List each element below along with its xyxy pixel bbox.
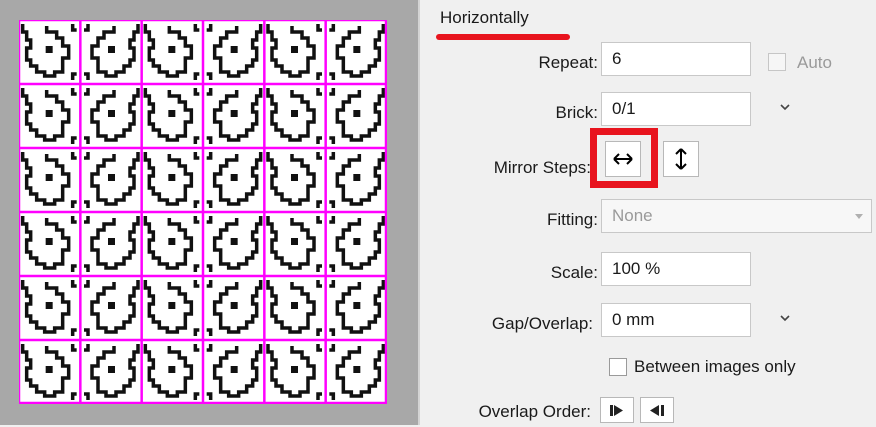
auto-checkbox[interactable] [768,53,786,71]
scale-label: Scale: [550,263,598,282]
pattern-tile [84,88,140,144]
brick-input[interactable]: 0/1 [601,92,751,126]
pattern-tile [84,344,140,400]
pattern-tile [20,216,77,272]
pattern-tile [206,152,263,208]
gap-chevron-down-icon[interactable] [776,309,794,327]
brick-label: Brick: [555,103,599,122]
overlap-order-back-button[interactable] [640,397,674,423]
vertical-double-arrow-icon [675,148,687,170]
section-underline-marker [436,34,570,40]
pattern-tile [20,88,77,144]
pattern-tile [84,152,140,208]
pattern-tile [143,88,200,144]
pattern-tile [143,152,200,208]
pattern-tile [20,152,77,208]
fitting-label: Fitting: [546,210,598,229]
play-forward-icon [610,405,623,416]
pattern-tile [266,280,322,336]
pattern-tile [266,24,322,80]
overlap-order-forward-button[interactable] [600,397,634,423]
pattern-tile [329,344,386,400]
pattern-tile [206,344,263,400]
pattern-tile [20,24,77,80]
pattern-tile [143,280,200,336]
section-title: Horizontally [440,8,529,27]
fitting-dropdown-arrow-icon[interactable] [850,207,868,225]
pattern-preview [19,20,387,404]
pattern-tile [206,280,263,336]
tiled-pattern-image [19,20,387,404]
fitting-select[interactable]: None [601,199,872,233]
repeat-input[interactable]: 6 [601,42,751,76]
scale-input[interactable]: 100 % [601,252,751,286]
gap-overlap-label: Gap/Overlap: [491,314,593,333]
play-back-icon [650,405,664,416]
mirror-vertical-button[interactable] [663,141,699,177]
mirror-horizontal-highlight-box [590,128,658,188]
pattern-tile [143,344,200,400]
pattern-tile [266,216,322,272]
pattern-tile [20,280,77,336]
overlap-order-label: Overlap Order: [478,402,591,421]
between-images-label: Between images only [634,357,796,376]
mirror-steps-label: Mirror Steps: [493,158,591,177]
brick-chevron-down-icon[interactable] [776,98,794,116]
pattern-tile [206,88,263,144]
pattern-tile [206,216,263,272]
pattern-tile [143,24,200,80]
between-images-checkbox[interactable] [609,358,627,376]
pattern-tile [143,216,200,272]
pattern-tile [84,280,140,336]
pattern-tile [266,88,322,144]
gap-overlap-input[interactable]: 0 mm [601,303,751,337]
pattern-tile [266,344,322,400]
pattern-tile [84,216,140,272]
pattern-tile [20,344,77,400]
repeat-label: Repeat: [538,53,598,72]
auto-label: Auto [797,53,832,72]
pattern-tile [206,24,263,80]
pattern-tile [266,152,322,208]
pattern-tile [84,24,140,80]
